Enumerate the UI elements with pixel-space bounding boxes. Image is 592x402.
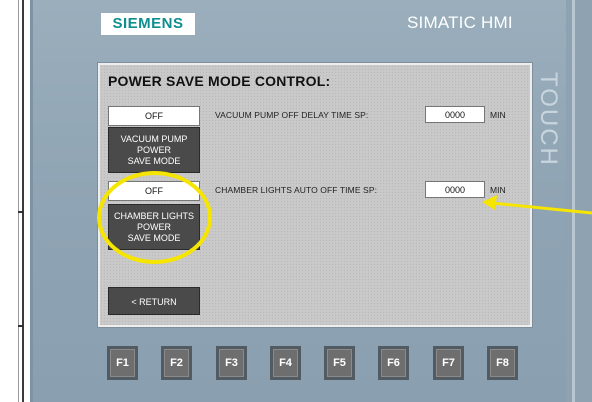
annotation-arrow-icon <box>482 195 592 215</box>
